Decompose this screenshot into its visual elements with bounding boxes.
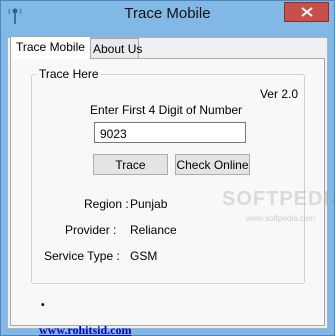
softpedia-url-watermark: www.softpedia.com: [246, 214, 315, 223]
version-label: Ver 2.0: [259, 87, 298, 101]
close-button[interactable]: [284, 2, 329, 22]
close-icon: [301, 7, 313, 17]
check-online-button[interactable]: Check Online: [175, 154, 250, 175]
softpedia-watermark: SOFTPEDIA: [222, 188, 335, 210]
website-link[interactable]: www.rohitsid.com: [39, 323, 131, 336]
tab-trace-mobile[interactable]: Trace Mobile: [10, 36, 91, 59]
trace-button[interactable]: Trace: [93, 154, 168, 175]
number-prompt: Enter First 4 Digit of Number: [90, 103, 243, 117]
group-title: Trace Here: [37, 67, 101, 81]
provider-label: Provider :: [65, 223, 117, 237]
region-label: Region :: [84, 197, 129, 211]
tab-about-us[interactable]: About Us: [87, 38, 142, 59]
trace-groupbox: Trace Here Ver 2.0 Enter First 4 Digit o…: [31, 67, 335, 284]
number-input[interactable]: [94, 122, 246, 143]
service-type-value: GSM: [130, 249, 158, 263]
trace-panel: Trace Here Ver 2.0 Enter First 4 Digit o…: [10, 58, 335, 336]
app-window: Trace Mobile Trace Mobile About Us Trace…: [0, 0, 335, 336]
title-bar[interactable]: Trace Mobile: [1, 1, 334, 31]
marker-dot: •: [41, 300, 45, 311]
service-type-label: Service Type :: [44, 249, 120, 263]
client-area: Trace Mobile About Us Trace Here Ver 2.0…: [7, 36, 335, 336]
provider-value: Reliance: [130, 223, 177, 237]
region-value: Punjab: [130, 197, 168, 211]
